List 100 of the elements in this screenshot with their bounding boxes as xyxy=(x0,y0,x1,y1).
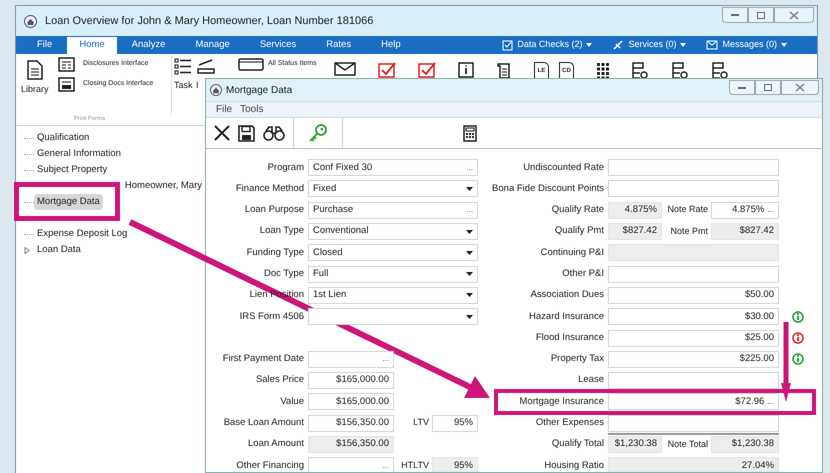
restore-button[interactable] xyxy=(748,7,774,23)
field-label: Note Total xyxy=(666,438,709,451)
input-field[interactable]: 95% xyxy=(432,414,478,432)
field-label: Qualify Total xyxy=(550,437,605,452)
input-field[interactable]: $72.96 ... xyxy=(608,393,779,410)
input-field: 27.04% xyxy=(608,457,779,472)
input-field[interactable]: $30.00 xyxy=(608,308,779,326)
key-icon[interactable] xyxy=(308,123,328,143)
dropdown-field[interactable]: Conventional xyxy=(308,223,478,240)
restore-button[interactable] xyxy=(755,80,781,95)
caret-icon[interactable] xyxy=(586,43,592,47)
close-icon xyxy=(795,83,805,92)
ribbon-tab[interactable]: Services xyxy=(244,37,312,54)
envelope-icon xyxy=(334,62,356,76)
input-field: $827.42 xyxy=(711,223,779,240)
ribbon-label[interactable]: Library xyxy=(21,83,49,96)
field-label: Hazard Insurance xyxy=(528,310,605,324)
field-label: Undiscounted Rate xyxy=(522,160,605,175)
dropdown-arrow-icon[interactable] xyxy=(466,293,473,298)
field-label: Flood Insurance xyxy=(534,330,605,345)
input-field[interactable]: ... xyxy=(308,457,394,472)
dropdown-field[interactable]: Full xyxy=(308,266,478,283)
field-label: Housing Ratio xyxy=(543,458,605,472)
restore-icon xyxy=(763,83,773,92)
dropdown-field[interactable]: Fixed xyxy=(308,180,478,198)
input-field[interactable] xyxy=(608,372,779,390)
envelope-icon xyxy=(706,40,718,50)
ribbon-label[interactable]: Task xyxy=(174,79,193,92)
info-icon[interactable] xyxy=(792,332,804,344)
ellipsis-button[interactable]: ... xyxy=(767,396,774,408)
input-field[interactable]: $25.00 xyxy=(608,330,779,347)
input-field: $827.42 xyxy=(608,223,662,240)
minimize-button[interactable] xyxy=(729,80,755,95)
input-field[interactable] xyxy=(608,180,779,198)
dropdown-field[interactable]: 1st Lien xyxy=(308,286,478,304)
input-field[interactable]: $165,000.00 xyxy=(308,372,394,390)
input-field[interactable]: $156,350.00 xyxy=(308,414,394,432)
field-label: IRS Form 4506 xyxy=(238,310,305,324)
ellipsis-button[interactable]: ... xyxy=(466,162,473,174)
dropdown-field[interactable] xyxy=(308,308,478,326)
dropdown-arrow-icon[interactable] xyxy=(466,314,473,319)
minimize-button[interactable] xyxy=(722,7,748,23)
scanner-icon xyxy=(196,57,216,75)
info-icon[interactable] xyxy=(792,353,804,366)
input-field: $1,230.38 xyxy=(711,436,779,453)
menu-button[interactable]: Services (0) xyxy=(628,38,676,52)
dropdown-arrow-icon[interactable] xyxy=(466,230,473,234)
form-icon xyxy=(58,57,75,72)
field-label: Other Financing xyxy=(235,458,305,472)
input-field[interactable]: $165,000.00 xyxy=(308,393,394,410)
tree-item[interactable]: Mortgage Data xyxy=(34,194,103,210)
input-field[interactable] xyxy=(608,414,779,432)
calculator-icon[interactable] xyxy=(463,124,477,142)
field-label: Doc Type xyxy=(263,267,305,281)
ellipsis-button[interactable]: ... xyxy=(382,460,389,472)
ribbon-tab[interactable]: Help xyxy=(366,37,416,54)
dropdown-arrow-icon[interactable] xyxy=(466,250,473,255)
binoculars-icon[interactable] xyxy=(263,126,285,140)
input-field[interactable] xyxy=(608,159,779,176)
close-icon xyxy=(789,10,799,20)
caret-icon[interactable] xyxy=(680,43,686,47)
field-label: Lease xyxy=(577,373,605,388)
menu-item[interactable]: File xyxy=(216,102,232,117)
ribbon-tab[interactable]: Rates xyxy=(311,37,366,54)
dropdown-field[interactable]: Closed xyxy=(308,244,478,262)
ribbon-tab[interactable]: Manage xyxy=(180,37,245,54)
expand-icon[interactable] xyxy=(24,246,30,254)
input-field[interactable]: ... xyxy=(308,350,394,368)
ribbon-tab[interactable]: Home xyxy=(67,37,117,54)
caret-icon[interactable] xyxy=(781,43,787,47)
ellipsis-button[interactable]: ... xyxy=(466,204,473,216)
field-label: Finance Method xyxy=(234,182,305,196)
field-label: Note Rate xyxy=(666,203,709,216)
window-title: Mortgage Data xyxy=(226,84,292,98)
dropdown-arrow-icon[interactable] xyxy=(466,186,473,191)
menu-button[interactable]: Messages (0) xyxy=(722,38,777,52)
ribbon-tab[interactable]: Analyze xyxy=(116,37,180,54)
input-field[interactable]: 4.875% ... xyxy=(711,202,779,219)
input-field: 4.875% xyxy=(608,202,662,219)
ellipsis-button[interactable]: ... xyxy=(382,353,389,366)
field-label: Qualify Rate xyxy=(550,203,605,218)
info-icon[interactable] xyxy=(792,310,804,323)
input-field[interactable]: $225.00 xyxy=(608,350,779,368)
field-label: Bona Fide Discount Points xyxy=(491,182,605,196)
dropdown-arrow-icon[interactable] xyxy=(466,272,473,276)
save-icon[interactable] xyxy=(238,124,255,142)
menu-item[interactable]: Tools xyxy=(240,102,264,117)
ribbon-tab[interactable]: File xyxy=(22,37,68,54)
close-icon[interactable] xyxy=(214,125,230,141)
field-label: Other P&I xyxy=(561,267,605,281)
input-field[interactable] xyxy=(608,266,779,283)
ribbon-label[interactable]: I xyxy=(196,79,199,92)
field-label: HTLTV xyxy=(400,459,430,472)
ellipsis-button[interactable]: ... xyxy=(767,204,774,216)
input-field[interactable]: $50.00 xyxy=(608,286,779,304)
input-field[interactable]: Purchase ... xyxy=(308,202,478,219)
close-button[interactable] xyxy=(781,80,819,95)
input-field[interactable]: Conf Fixed 30 ... xyxy=(308,159,478,176)
menu-button[interactable]: Data Checks (2) xyxy=(517,38,582,52)
close-button[interactable] xyxy=(774,7,814,23)
